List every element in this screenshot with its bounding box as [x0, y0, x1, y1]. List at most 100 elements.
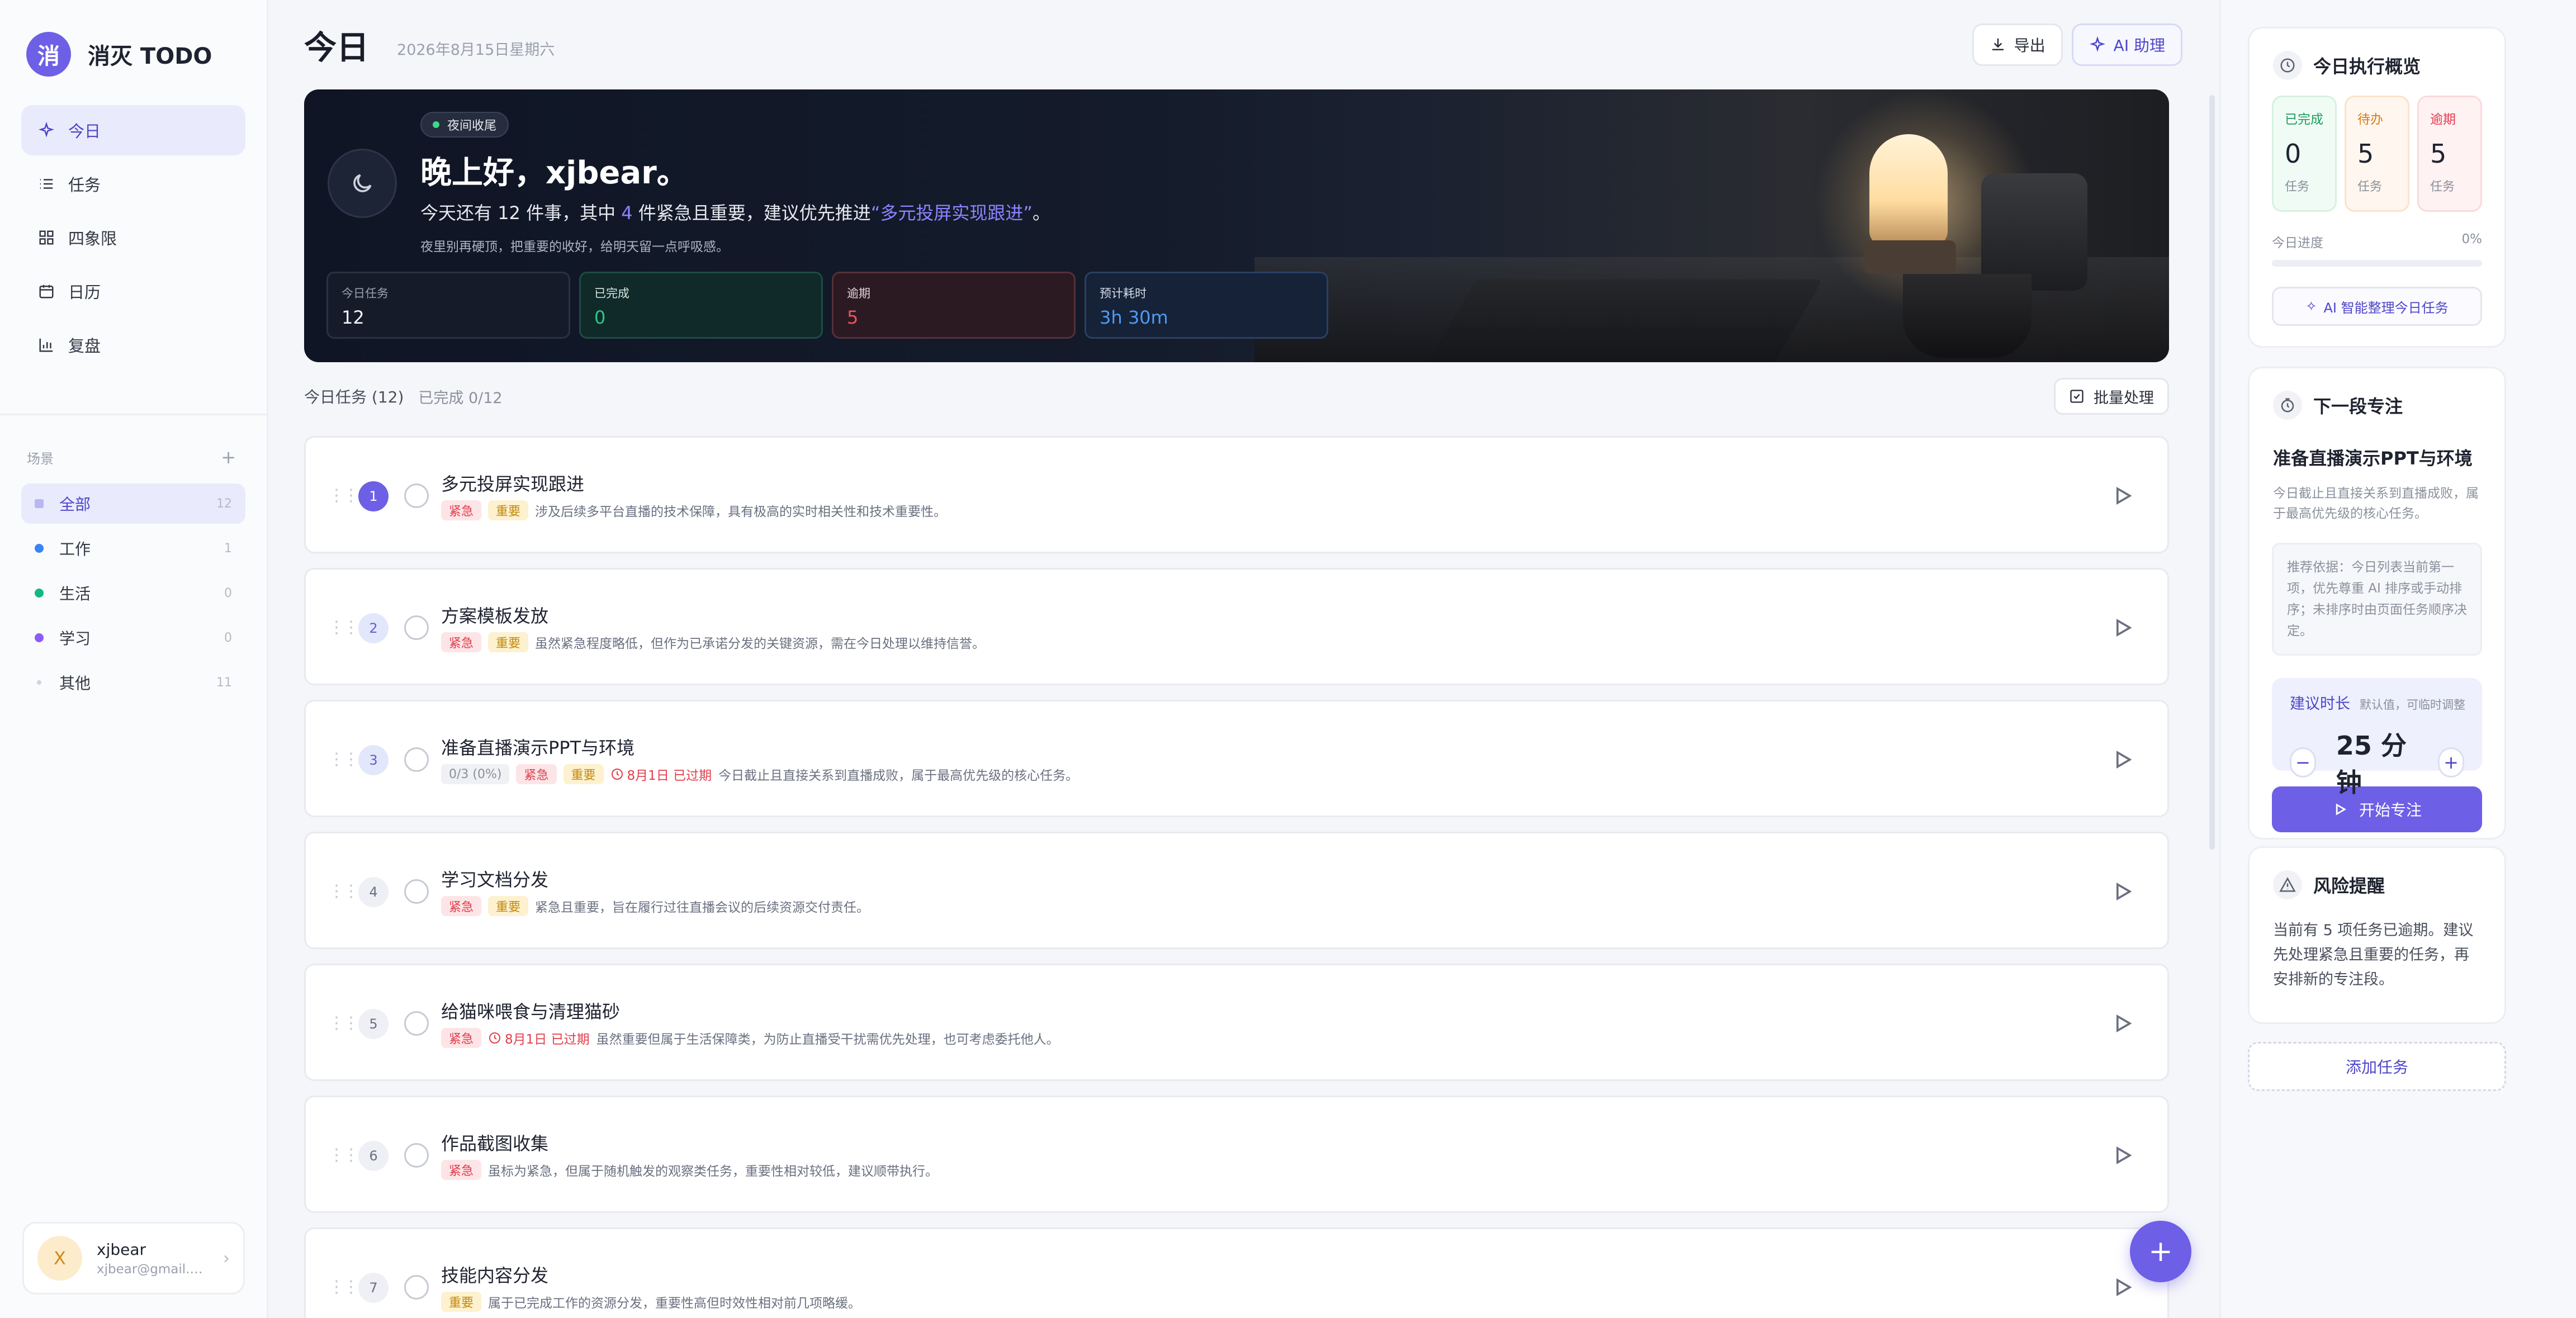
- stat-value: 0: [594, 307, 606, 328]
- scene-item-study[interactable]: 学习 0: [21, 618, 245, 658]
- add-scene-icon[interactable]: +: [221, 447, 236, 468]
- stat-value: 3h 30m: [1100, 307, 1168, 328]
- play-icon[interactable]: [2110, 1011, 2135, 1036]
- period-label: 夜间收尾: [447, 119, 497, 133]
- stat-completed: 已完成 0: [579, 272, 823, 339]
- ai-assistant-button[interactable]: AI 助理: [2071, 23, 2182, 66]
- hero-bg-plant-pot: [1981, 173, 2087, 291]
- drag-handle-icon[interactable]: ⋮⋮: [328, 486, 359, 505]
- add-task-fab[interactable]: +: [2130, 1221, 2191, 1282]
- nav-item-label: 复盘: [68, 336, 101, 355]
- brand[interactable]: 消 消灭 TODO: [0, 0, 267, 78]
- main-content: 今日 2026年8月15日星期六 导出 AI 助理 夜间收尾 晚上好，xjbea…: [268, 0, 2219, 1318]
- scene-item-life[interactable]: 生活 0: [21, 573, 245, 613]
- task-desc: 虽标为紧急，但属于随机触发的观察类任务，重要性相对较低，建议顺带执行。: [488, 1164, 939, 1179]
- user-email: xjbear@gmail.com: [97, 1262, 203, 1277]
- task-checkbox[interactable]: [404, 483, 429, 508]
- task-card[interactable]: ⋮⋮ 4 学习文档分发 紧急 重要 紧急且重要，旨在履行过往直播会议的后续资源交…: [304, 832, 2169, 949]
- scene-item-all[interactable]: 全部 12: [21, 483, 245, 524]
- scene-label: 学习: [59, 629, 91, 648]
- summary-pre: 今天还有: [420, 202, 498, 224]
- add-task-button[interactable]: 添加任务: [2248, 1042, 2506, 1091]
- play-icon[interactable]: [2110, 615, 2135, 640]
- summary-recommended-task[interactable]: “多元投屏实现跟进”: [871, 202, 1033, 224]
- task-meta: 0/3 (0%) 紧急 重要 8月1日 已过期 今日截止且直接关系到直播成败，属…: [441, 764, 1078, 784]
- scene-label: 工作: [59, 540, 91, 558]
- timer-icon: [2273, 391, 2302, 420]
- main-nav: 今日 任务 四象限 日历 复盘: [0, 78, 267, 370]
- bar-chart-icon: [37, 335, 56, 354]
- scene-item-work[interactable]: 工作 1: [21, 528, 245, 568]
- drag-handle-icon[interactable]: ⋮⋮: [328, 1013, 359, 1033]
- scene-count: 11: [216, 675, 232, 690]
- nav-item-label: 任务: [68, 176, 101, 195]
- page-date: 2026年8月15日星期六: [397, 41, 555, 59]
- hero-bg-lamp-base: [1864, 240, 1956, 274]
- calendar-icon: [37, 282, 56, 301]
- hero-subtitle: 夜里别再硬顶，把重要的收好，给明天留一点呼吸感。: [420, 240, 729, 254]
- task-list-done: 已完成 0/12: [418, 389, 503, 407]
- overview-stat-unit: 任务: [2285, 180, 2310, 194]
- nav-item-review[interactable]: 复盘: [21, 320, 245, 370]
- play-icon[interactable]: [2110, 879, 2135, 904]
- nav-item-quadrant[interactable]: 四象限: [21, 212, 245, 263]
- overdue-label: 8月1日 已过期: [488, 1028, 590, 1047]
- task-card[interactable]: ⋮⋮ 6 作品截图收集 紧急 虽标为紧急，但属于随机触发的观察类任务，重要性相对…: [304, 1096, 2169, 1213]
- task-rank: 5: [358, 1009, 389, 1039]
- page-title: 今日: [304, 29, 370, 67]
- nav-item-today[interactable]: 今日: [21, 105, 245, 155]
- overdue-text: 8月1日 已过期: [505, 1032, 590, 1047]
- task-meta: 紧急 虽标为紧急，但属于随机触发的观察类任务，重要性相对较低，建议顺带执行。: [441, 1160, 938, 1180]
- task-card[interactable]: ⋮⋮ 5 给猫咪喂食与清理猫砂 紧急 8月1日 已过期 虽然重要但属于生活保障类…: [304, 964, 2169, 1081]
- drag-handle-icon[interactable]: ⋮⋮: [328, 750, 359, 769]
- task-list-title: 今日任务 (12): [304, 388, 404, 406]
- task-checkbox[interactable]: [404, 747, 429, 772]
- drag-handle-icon[interactable]: ⋮⋮: [328, 1145, 359, 1165]
- task-card[interactable]: ⋮⋮ 2 方案模板发放 紧急 重要 虽然紧急程度略低，但作为已承诺分发的关键资源…: [304, 568, 2169, 685]
- important-tag: 重要: [563, 764, 604, 784]
- progress-value: 0%: [2461, 232, 2483, 246]
- task-card[interactable]: ⋮⋮ 7 技能内容分发 重要 属于已完成工作的资源分发，重要性高但时效性相对前几…: [304, 1227, 2169, 1318]
- minus-button[interactable]: −: [2290, 747, 2316, 777]
- task-card[interactable]: ⋮⋮ 1 多元投屏实现跟进 紧急 重要 涉及后续多平台直播的技术保障，具有极高的…: [304, 436, 2169, 553]
- batch-process-button[interactable]: 批量处理: [2054, 378, 2169, 415]
- play-icon[interactable]: [2110, 747, 2135, 772]
- task-checkbox[interactable]: [404, 1011, 429, 1036]
- focus-basis: 推荐依据：今日列表当前第一项，优先尊重 AI 排序或手动排序；未排序时由页面任务…: [2272, 543, 2482, 656]
- task-meta: 紧急 重要 虽然紧急程度略低，但作为已承诺分发的关键资源，需在今日处理以维持信誉…: [441, 632, 985, 652]
- overview-stat-unit: 任务: [2357, 180, 2383, 194]
- scene-item-other[interactable]: 其他 11: [21, 662, 245, 703]
- play-icon[interactable]: [2110, 1275, 2135, 1300]
- task-card[interactable]: ⋮⋮ 3 准备直播演示PPT与环境 0/3 (0%) 紧急 重要 8月1日 已过…: [304, 700, 2169, 817]
- task-checkbox[interactable]: [404, 615, 429, 640]
- duration-stepper: − 25 分钟 +: [2290, 726, 2464, 799]
- task-title: 方案模板发放: [441, 605, 549, 627]
- play-icon[interactable]: [2110, 483, 2135, 508]
- overview-stat-unit: 任务: [2430, 180, 2455, 194]
- important-tag: 重要: [488, 500, 529, 520]
- scene-label: 全部: [59, 495, 91, 514]
- nav-item-tasks[interactable]: 任务: [21, 159, 245, 209]
- urgent-tag: 紧急: [441, 1028, 482, 1048]
- scrollbar[interactable]: [2209, 95, 2215, 850]
- export-button[interactable]: 导出: [1972, 23, 2063, 66]
- scene-dot: [35, 633, 44, 642]
- task-checkbox[interactable]: [404, 1143, 429, 1168]
- urgent-tag: 紧急: [441, 500, 482, 520]
- grid-icon: [37, 228, 56, 247]
- drag-handle-icon[interactable]: ⋮⋮: [328, 881, 359, 901]
- avatar: X: [37, 1236, 82, 1281]
- nav-item-calendar[interactable]: 日历: [21, 266, 245, 316]
- drag-handle-icon[interactable]: ⋮⋮: [328, 618, 359, 637]
- ai-organize-button[interactable]: ✧ AI 智能整理今日任务: [2272, 287, 2482, 326]
- task-checkbox[interactable]: [404, 1275, 429, 1300]
- play-icon[interactable]: [2110, 1143, 2135, 1168]
- scene-header: 场景 +: [0, 447, 267, 468]
- task-checkbox[interactable]: [404, 879, 429, 904]
- right-panel: 今日执行概览 已完成 0 任务 待办 5 任务 逾期 5 任务 今日进度 0% ✧ AI 智…: [2219, 0, 2576, 1318]
- plus-button[interactable]: +: [2438, 747, 2464, 777]
- user-card[interactable]: X xjbear xjbear@gmail.com ›: [22, 1222, 245, 1295]
- overdue-text: 8月1日 已过期: [627, 769, 712, 783]
- drag-handle-icon[interactable]: ⋮⋮: [328, 1277, 359, 1297]
- stat-label: 已完成: [594, 287, 629, 300]
